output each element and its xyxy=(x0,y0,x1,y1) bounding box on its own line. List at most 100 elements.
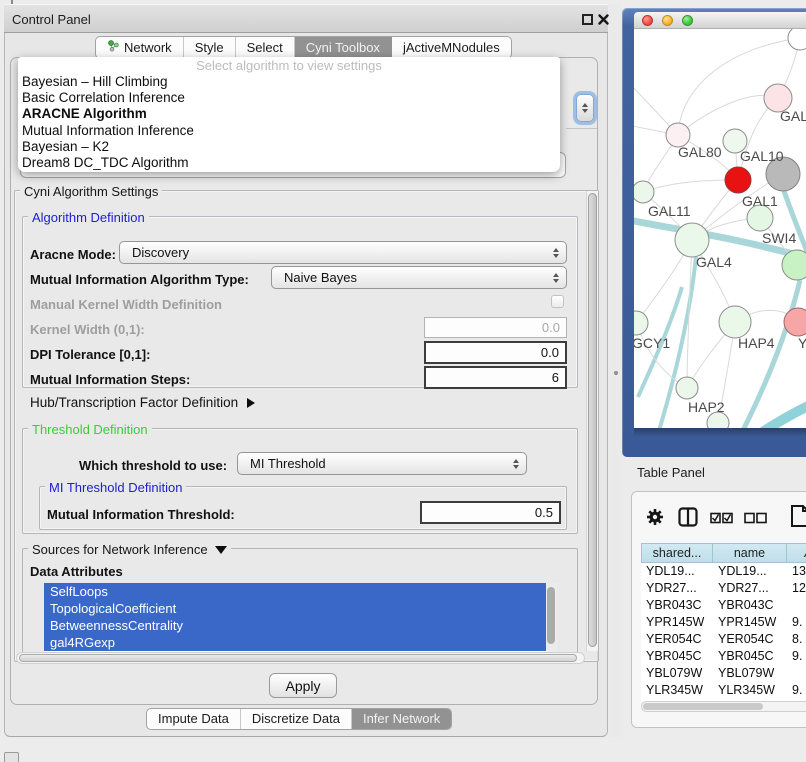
network-window-shadow xyxy=(634,428,806,437)
select-all-icon[interactable] xyxy=(710,511,734,529)
mi-threshold-label: Mutual Information Threshold: xyxy=(47,507,235,522)
control-panel-title: Control Panel xyxy=(12,12,91,27)
sources-toggle[interactable]: Sources for Network Inference xyxy=(28,542,231,557)
tab-impute-data[interactable]: Impute Data xyxy=(147,709,241,729)
settings-horizontal-scrollbar[interactable] xyxy=(16,652,585,664)
network-window-titlebar[interactable] xyxy=(634,12,806,29)
attributes-list-scrollbar[interactable] xyxy=(546,583,557,652)
dropdown-item-bayesian-k2[interactable]: Bayesian – K2 xyxy=(18,139,560,155)
tab-infer-network[interactable]: Infer Network xyxy=(352,709,451,729)
dropdown-item-bayesian-hill-climbing[interactable]: Bayesian – Hill Climbing xyxy=(18,74,560,90)
node-gal4[interactable] xyxy=(675,223,709,257)
bottom-tabbar: Impute Data Discretize Data Infer Networ… xyxy=(146,708,452,730)
float-icon[interactable] xyxy=(582,14,593,25)
column-layout-icon[interactable] xyxy=(678,507,698,532)
attribute-selfloops[interactable]: SelfLoops xyxy=(44,583,546,600)
attribute-betweennesscentrality[interactable]: BetweennessCentrality xyxy=(44,617,546,634)
node-green-right[interactable] xyxy=(782,250,806,280)
screen: Control Panel Network Style Select Cyni … xyxy=(0,0,806,762)
mi-threshold-field[interactable]: 0.5 xyxy=(420,501,561,524)
manual-kernel-checkbox[interactable] xyxy=(551,295,564,308)
minimized-panel-fragment[interactable] xyxy=(4,752,19,762)
column-header-partial[interactable]: A xyxy=(787,543,806,563)
dropdown-item-aracne[interactable]: ARACNE Algorithm xyxy=(18,106,560,122)
network-canvas[interactable]: GAL80 GAL10 GAL11 GAL1 SWI4 GAL4 GCY1 HA… xyxy=(634,29,806,428)
network-icon xyxy=(107,39,120,55)
node-unlabeled-top[interactable] xyxy=(788,29,806,50)
attribute-gal4rgexp[interactable]: gal4RGexp xyxy=(44,634,546,651)
node-red-selected[interactable] xyxy=(725,167,751,193)
table-row[interactable]: YDL19... YDL19... 13 xyxy=(641,563,806,580)
aracne-mode-combo[interactable]: Discovery xyxy=(119,241,567,264)
dpi-tolerance-label: DPI Tolerance [0,1]: xyxy=(30,347,150,362)
mi-steps-label: Mutual Information Steps: xyxy=(30,372,190,387)
kernel-width-field[interactable]: 0.0 xyxy=(424,317,567,338)
table-export-icon[interactable] xyxy=(790,504,806,533)
table-row[interactable]: YBR045C YBR045C 9. xyxy=(641,648,806,665)
table-row[interactable]: YPR145W YPR145W 9. xyxy=(641,614,806,631)
tab-network[interactable]: Network xyxy=(96,37,184,58)
mac-close-icon[interactable] xyxy=(642,15,653,26)
aracne-mode-label: Aracne Mode: xyxy=(30,247,116,262)
node-label-gal-partial: GAL xyxy=(780,108,806,124)
spinner-down-icon xyxy=(582,109,588,113)
node-gal11[interactable] xyxy=(634,181,654,203)
tab-jactivemnodules[interactable]: jActiveMNodules xyxy=(392,37,511,58)
apply-button[interactable]: Apply xyxy=(269,673,337,698)
dpi-tolerance-field[interactable]: 0.0 xyxy=(424,341,567,364)
data-attributes-list: SelfLoops TopologicalCoefficient Between… xyxy=(44,583,546,652)
settings-horizontal-scrollbar-thumb[interactable] xyxy=(19,654,577,662)
hub-section-toggle[interactable]: Hub/Transcription Factor Definition xyxy=(30,395,255,410)
mi-algorithm-type-combo[interactable]: Naive Bayes xyxy=(271,266,567,289)
table-row[interactable]: YLR345W YLR345W 9. xyxy=(641,682,806,699)
settings-vertical-scrollbar[interactable] xyxy=(586,191,598,651)
tab-cyni-toolbox[interactable]: Cyni Toolbox xyxy=(295,37,392,58)
teal-edges xyxy=(634,191,806,428)
tab-discretize-data[interactable]: Discretize Data xyxy=(241,709,352,729)
hub-expand-arrow xyxy=(247,398,255,408)
table-horizontal-scrollbar[interactable] xyxy=(641,701,806,712)
cyni-algorithm-settings-title: Cyni Algorithm Settings xyxy=(20,184,162,199)
group-border-fragment xyxy=(566,128,597,129)
table-horizontal-scrollbar-thumb[interactable] xyxy=(643,703,763,710)
table-body: YDL19... YDL19... 13 YDR27... YDR27... 1… xyxy=(641,563,806,701)
mac-zoom-icon[interactable] xyxy=(682,15,693,26)
mi-algorithm-type-label: Mutual Information Algorithm Type: xyxy=(30,272,249,287)
tab-select[interactable]: Select xyxy=(236,37,295,58)
dropdown-item-mutual-information[interactable]: Mutual Information Inference xyxy=(18,123,560,139)
split-pane-handle[interactable] xyxy=(614,371,618,375)
data-attributes-label: Data Attributes xyxy=(30,564,123,579)
table-row[interactable]: YER054C YER054C 8. xyxy=(641,631,806,648)
dropdown-item-basic-correlation[interactable]: Basic Correlation Inference xyxy=(18,90,560,106)
node-label-gal80: GAL80 xyxy=(678,144,722,160)
control-panel-titlebar[interactable]: Control Panel xyxy=(4,4,608,33)
attribute-topologicalcoefficient[interactable]: TopologicalCoefficient xyxy=(44,600,546,617)
spinner-icon xyxy=(553,248,559,258)
node-hap4[interactable] xyxy=(719,306,751,338)
mi-steps-field[interactable]: 6 xyxy=(424,366,567,389)
table-panel-title: Table Panel xyxy=(637,465,705,480)
column-header-name[interactable]: name xyxy=(713,543,787,563)
table-row[interactable]: YDR27... YDR27... 12 xyxy=(641,580,806,597)
tab-style[interactable]: Style xyxy=(184,37,236,58)
table-panel: shared... name A YDL19... YDL19... 13 YD… xyxy=(631,491,806,728)
attributes-list-scrollbar-thumb[interactable] xyxy=(547,587,555,644)
mac-minimize-icon[interactable] xyxy=(662,15,673,26)
manual-kernel-label: Manual Kernel Width Definition xyxy=(30,297,222,312)
settings-vertical-scrollbar-thumb[interactable] xyxy=(588,193,597,647)
table-header: shared... name A xyxy=(641,543,806,563)
deselect-all-icon[interactable] xyxy=(744,511,768,529)
table-row[interactable]: YBR043C YBR043C xyxy=(641,597,806,614)
algorithm-dropdown-popup: Select algorithm to view settings Bayesi… xyxy=(18,57,560,172)
node-label-gcy1: GCY1 xyxy=(634,335,670,351)
gear-icon[interactable] xyxy=(646,508,664,531)
node-gcy1[interactable] xyxy=(634,311,648,335)
node-label-gal4: GAL4 xyxy=(696,254,732,270)
table-row[interactable]: YBL079W YBL079W xyxy=(641,665,806,682)
column-header-shared[interactable]: shared... xyxy=(641,543,713,563)
node-hap2[interactable] xyxy=(676,377,698,399)
algorithm-combo-arrow-button[interactable] xyxy=(576,94,594,122)
which-threshold-combo[interactable]: MI Threshold xyxy=(237,452,527,475)
mi-threshold-definition-title: MI Threshold Definition xyxy=(45,480,186,495)
dropdown-item-dream8[interactable]: Dream8 DC_TDC Algorithm xyxy=(18,155,560,171)
